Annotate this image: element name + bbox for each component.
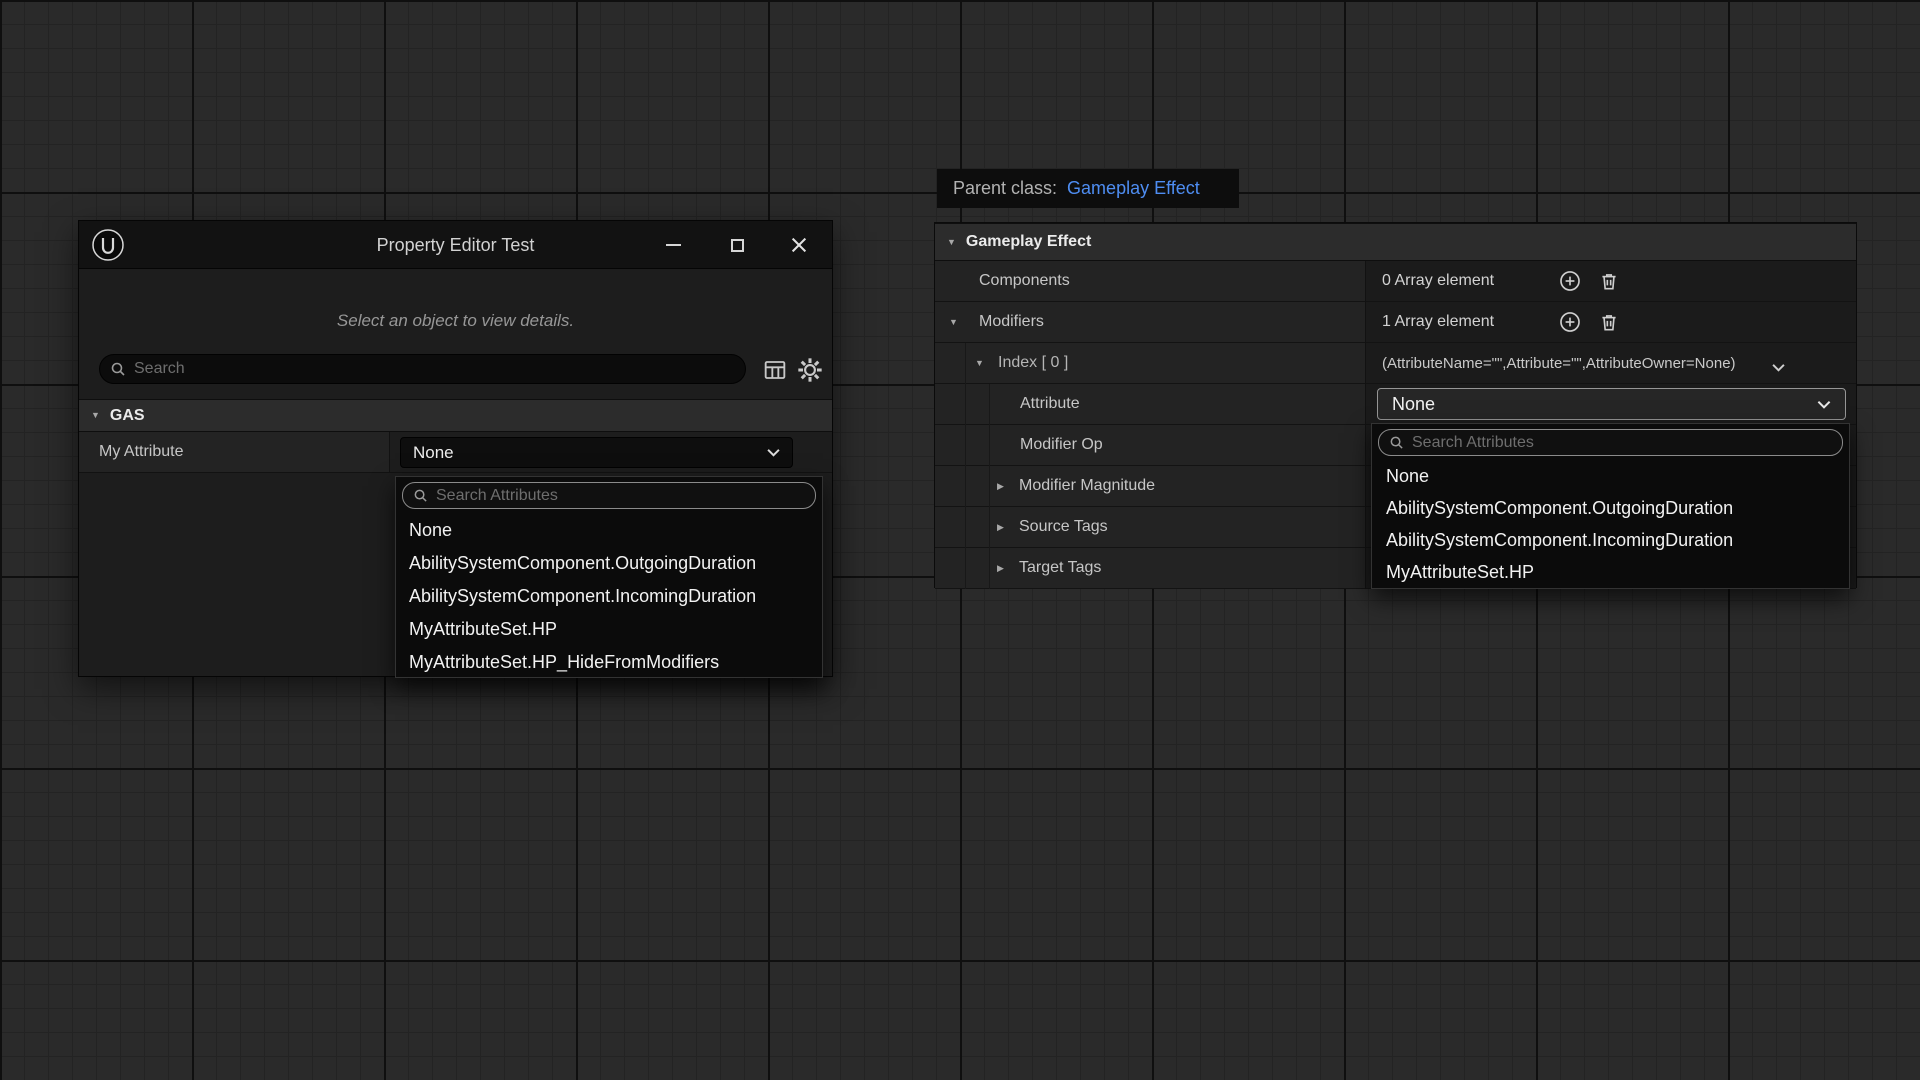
- chevron-collapsed-icon[interactable]: ▶: [997, 482, 1004, 491]
- struct-preview-text: (AttributeName="",Attribute="",Attribute…: [1382, 355, 1736, 372]
- category-label: GAS: [110, 407, 145, 425]
- search-input[interactable]: [126, 360, 745, 378]
- property-label: My Attribute: [79, 432, 390, 473]
- parent-class-label: Parent class:: [953, 178, 1057, 199]
- settings-gear-icon[interactable]: [796, 356, 824, 384]
- clear-array-button[interactable]: [1598, 270, 1620, 292]
- property-value-cell: None: [390, 432, 832, 473]
- minimize-button[interactable]: [651, 221, 695, 269]
- dropdown-item[interactable]: AbilitySystemComponent.OutgoingDuration: [1372, 492, 1849, 524]
- dropdown-item[interactable]: MyAttributeSet.HP: [1372, 556, 1849, 588]
- close-button[interactable]: [777, 221, 821, 269]
- maximize-button[interactable]: [715, 221, 759, 269]
- search-icon: [413, 488, 428, 503]
- empty-selection-hint: Select an object to view details.: [79, 311, 832, 331]
- chevron-down-icon: [1817, 400, 1831, 409]
- window-titlebar[interactable]: Property Editor Test: [79, 221, 832, 269]
- chevron-expanded-icon[interactable]: ▼: [91, 411, 100, 420]
- minimize-icon: [666, 244, 681, 246]
- category-header-gameplay-effect[interactable]: ▼ Gameplay Effect: [935, 223, 1856, 261]
- attribute-combobox[interactable]: None: [1377, 388, 1846, 420]
- my-attribute-combobox[interactable]: None: [400, 437, 793, 468]
- category-label: Gameplay Effect: [966, 233, 1091, 251]
- close-icon: [790, 236, 808, 254]
- chevron-collapsed-icon[interactable]: ▶: [997, 523, 1004, 532]
- combobox-value: None: [413, 443, 454, 463]
- dropdown-item[interactable]: AbilitySystemComponent.IncomingDuration: [396, 580, 822, 613]
- row-attribute: Attribute None: [935, 384, 1856, 425]
- row-components: Components 0 Array element: [935, 261, 1856, 302]
- dropdown-item[interactable]: MyAttributeSet.HP: [396, 613, 822, 646]
- search-box[interactable]: [99, 354, 746, 384]
- row-index-0: ▼ Index [ 0 ] (AttributeName="",Attribut…: [935, 343, 1856, 384]
- parent-class-bar: Parent class: Gameplay Effect: [937, 169, 1239, 208]
- chevron-collapsed-icon[interactable]: ▶: [997, 564, 1004, 573]
- array-count-text: 0 Array element: [1382, 272, 1494, 290]
- property-editor-window: Property Editor Test Select an object to…: [78, 220, 833, 677]
- chevron-expanded-icon[interactable]: ▼: [975, 359, 984, 368]
- attribute-dropdown-menu: None AbilitySystemComponent.OutgoingDura…: [1371, 423, 1850, 589]
- chevron-down-icon: [767, 448, 780, 457]
- array-count-text: 1 Array element: [1382, 313, 1494, 331]
- add-array-element-button[interactable]: [1559, 270, 1581, 292]
- indent-guide: [989, 384, 990, 589]
- parent-class-link[interactable]: Gameplay Effect: [1067, 178, 1200, 199]
- search-icon: [110, 361, 126, 377]
- add-array-element-button[interactable]: [1559, 311, 1581, 333]
- dropdown-item[interactable]: None: [1372, 460, 1849, 492]
- attribute-dropdown-menu: None AbilitySystemComponent.OutgoingDura…: [395, 476, 823, 678]
- dropdown-search-box[interactable]: [402, 482, 816, 509]
- combobox-value: None: [1392, 394, 1435, 415]
- search-icon: [1389, 435, 1404, 450]
- property-row-my-attribute: My Attribute None: [79, 432, 832, 473]
- row-label: Attribute: [935, 395, 1080, 413]
- row-label: Components: [935, 272, 1070, 290]
- dropdown-item[interactable]: AbilitySystemComponent.OutgoingDuration: [396, 547, 822, 580]
- row-label: Target Tags: [935, 559, 1101, 577]
- blueprint-graph-background: Property Editor Test Select an object to…: [0, 0, 1920, 1080]
- clear-array-button[interactable]: [1598, 311, 1620, 333]
- indent-guide: [965, 343, 966, 589]
- table-view-icon[interactable]: [763, 358, 787, 382]
- dropdown-item[interactable]: None: [396, 514, 822, 547]
- maximize-icon: [731, 239, 744, 252]
- row-label: Modifier Op: [935, 436, 1103, 454]
- row-label: Modifier Magnitude: [935, 477, 1155, 495]
- dropdown-search-box[interactable]: [1378, 429, 1843, 456]
- chevron-down-icon[interactable]: [1772, 359, 1785, 377]
- row-label: Index [ 0 ]: [935, 354, 1068, 372]
- dropdown-list: None AbilitySystemComponent.OutgoingDura…: [396, 514, 822, 677]
- chevron-expanded-icon[interactable]: ▼: [949, 318, 958, 327]
- chevron-expanded-icon[interactable]: ▼: [947, 238, 956, 247]
- row-modifiers: ▼ Modifiers 1 Array element: [935, 302, 1856, 343]
- dropdown-item[interactable]: MyAttributeSet.HP_HideFromModifiers: [396, 646, 822, 679]
- dropdown-list: None AbilitySystemComponent.OutgoingDura…: [1372, 460, 1849, 588]
- dropdown-item[interactable]: AbilitySystemComponent.IncomingDuration: [1372, 524, 1849, 556]
- dropdown-search-input[interactable]: [428, 487, 815, 505]
- row-label: Source Tags: [935, 518, 1108, 536]
- category-header-gas[interactable]: ▼ GAS: [79, 399, 832, 432]
- dropdown-search-input[interactable]: [1404, 434, 1842, 452]
